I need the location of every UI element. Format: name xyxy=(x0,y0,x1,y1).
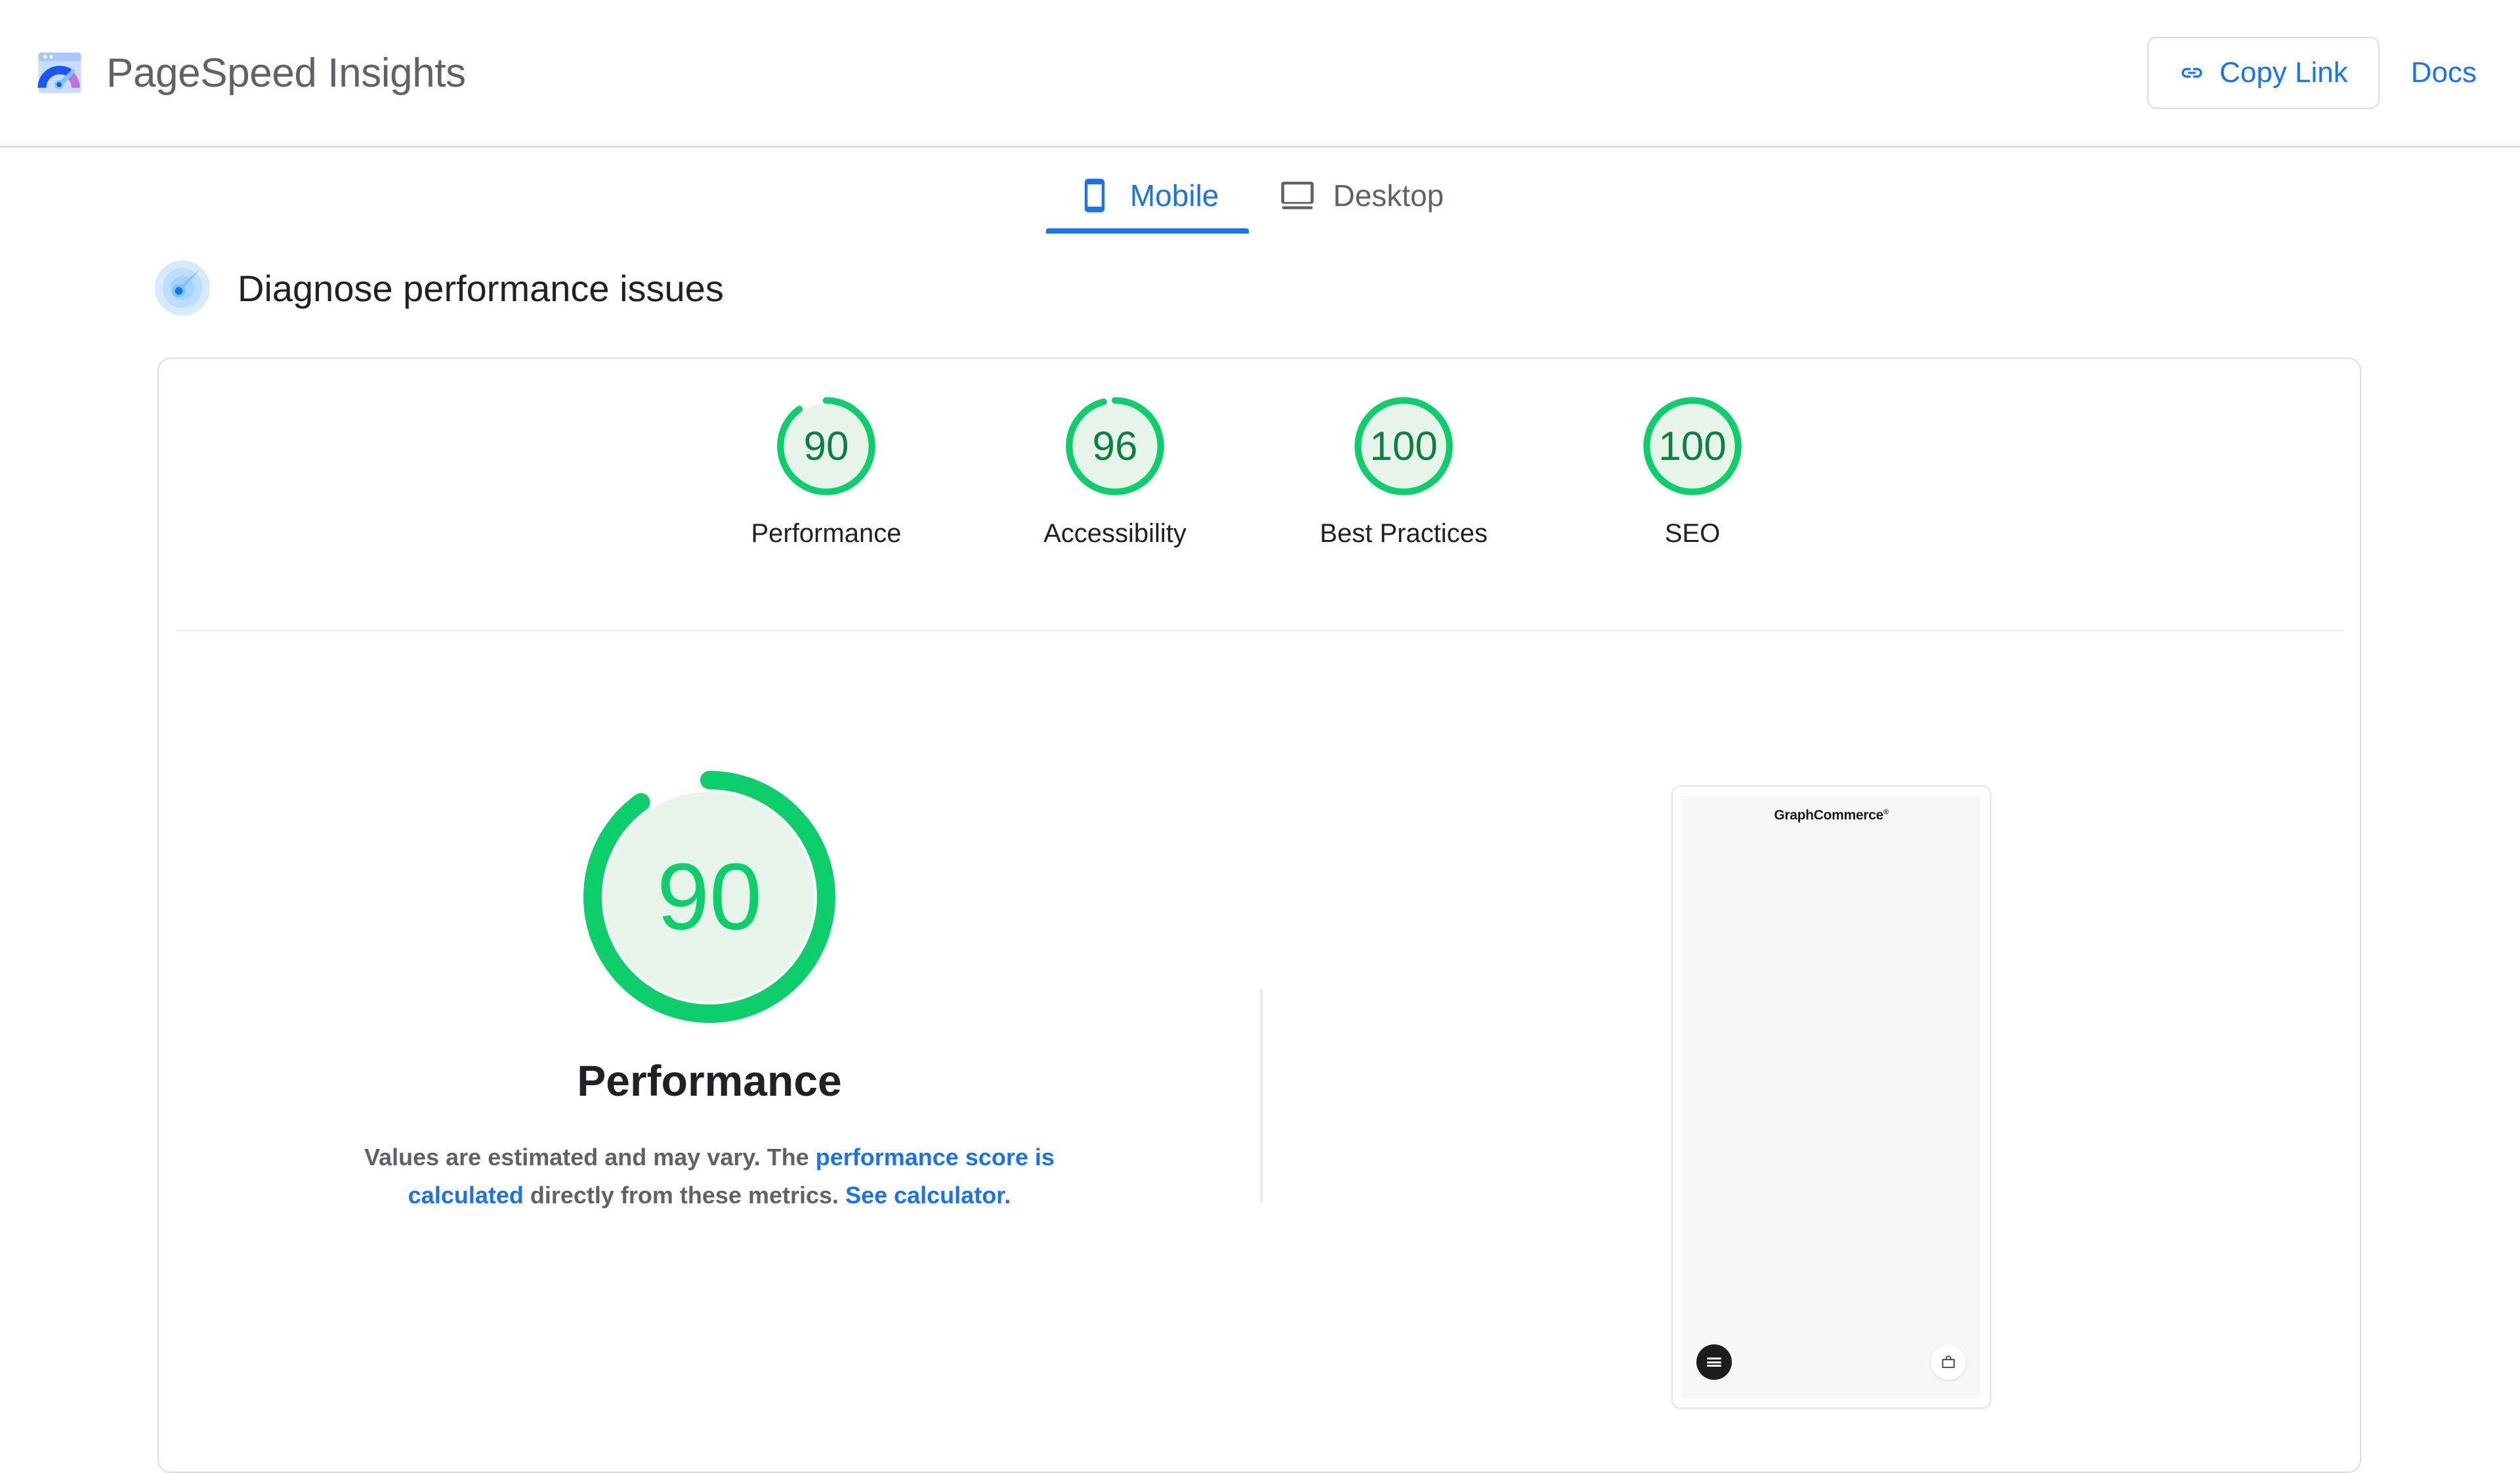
score-item-seo[interactable]: 100 SEO xyxy=(1607,390,1778,549)
page-screenshot-thumbnail[interactable]: GraphCommerce® xyxy=(1671,785,1991,1409)
screenshot-brand-mark: ® xyxy=(1883,808,1889,816)
docs-link[interactable]: Docs xyxy=(2402,56,2486,89)
score-label-seo: SEO xyxy=(1664,519,1721,548)
tab-mobile[interactable]: Mobile xyxy=(1045,163,1250,234)
score-item-performance[interactable]: 90 Performance xyxy=(741,390,912,549)
speedometer-icon xyxy=(154,259,211,317)
mobile-icon xyxy=(1076,177,1113,214)
page-screenshot-content: GraphCommerce® xyxy=(1682,796,1981,1398)
gauge-seo-small: 100 xyxy=(1637,390,1748,502)
link-icon xyxy=(2179,60,2205,86)
see-calculator-link[interactable]: See calculator. xyxy=(845,1182,1011,1209)
gauge-performance-small: 90 xyxy=(770,390,882,502)
header-actions: Copy Link Docs xyxy=(2147,37,2486,109)
hamburger-bar xyxy=(1707,1358,1721,1360)
diagnose-label: Diagnose performance issues xyxy=(238,267,724,309)
hamburger-bar xyxy=(1707,1361,1721,1363)
performance-desc-text-2: directly from these metrics. xyxy=(523,1181,846,1209)
brand: PageSpeed Insights xyxy=(34,47,466,98)
tab-mobile-label: Mobile xyxy=(1129,178,1219,213)
tab-desktop-label: Desktop xyxy=(1333,178,1444,213)
shopping-bag-icon[interactable] xyxy=(1931,1344,1966,1380)
copy-link-button[interactable]: Copy Link xyxy=(2147,37,2380,109)
score-label-performance: Performance xyxy=(751,519,902,548)
pagespeed-logo-icon xyxy=(34,47,85,98)
performance-heading: Performance xyxy=(577,1056,842,1105)
score-label-accessibility: Accessibility xyxy=(1043,519,1186,548)
score-label-best-practices: Best Practices xyxy=(1320,519,1488,548)
performance-detail-block: 90 Performance Values are estimated and … xyxy=(159,766,1260,1214)
gauge-accessibility-value: 96 xyxy=(1092,423,1138,469)
gauge-performance-large: 90 xyxy=(578,766,841,1028)
tab-desktop[interactable]: Desktop xyxy=(1249,163,1474,234)
vertical-divider xyxy=(1260,989,1263,1203)
hamburger-bar xyxy=(1707,1364,1721,1367)
app-header: PageSpeed Insights Copy Link Docs xyxy=(0,0,2520,148)
tab-active-indicator xyxy=(1045,228,1250,234)
score-summary-row: 90 Performance 96 Accessibility 100 Best… xyxy=(159,390,2360,549)
results-card: 90 Performance 96 Accessibility 100 Best… xyxy=(158,358,2361,1473)
screenshot-brand-logo: GraphCommerce® xyxy=(1682,808,1981,823)
screenshot-brand-name: GraphCommerce xyxy=(1774,808,1883,823)
hamburger-bars xyxy=(1707,1356,1721,1369)
score-item-best-practices[interactable]: 100 Best Practices xyxy=(1318,390,1489,549)
page-title: PageSpeed Insights xyxy=(106,50,466,96)
desktop-icon xyxy=(1279,177,1316,214)
gauge-seo-value: 100 xyxy=(1658,423,1727,469)
hamburger-menu-icon[interactable] xyxy=(1696,1344,1732,1380)
score-item-accessibility[interactable]: 96 Accessibility xyxy=(1030,390,1200,549)
device-tabs: Mobile Desktop xyxy=(0,163,2520,234)
gauge-accessibility-small: 96 xyxy=(1059,390,1171,502)
performance-description: Values are estimated and may vary. The p… xyxy=(355,1138,1064,1214)
card-divider xyxy=(177,630,2343,631)
performance-desc-text-1: Values are estimated and may vary. The xyxy=(364,1144,816,1171)
gauge-performance-value: 90 xyxy=(803,423,849,469)
copy-link-label: Copy Link xyxy=(2219,56,2348,89)
gauge-best-practices-small: 100 xyxy=(1348,390,1460,502)
gauge-performance-large-value: 90 xyxy=(656,844,763,949)
diagnose-performance-issues: Diagnose performance issues xyxy=(154,259,724,317)
gauge-best-practices-value: 100 xyxy=(1370,423,1438,469)
